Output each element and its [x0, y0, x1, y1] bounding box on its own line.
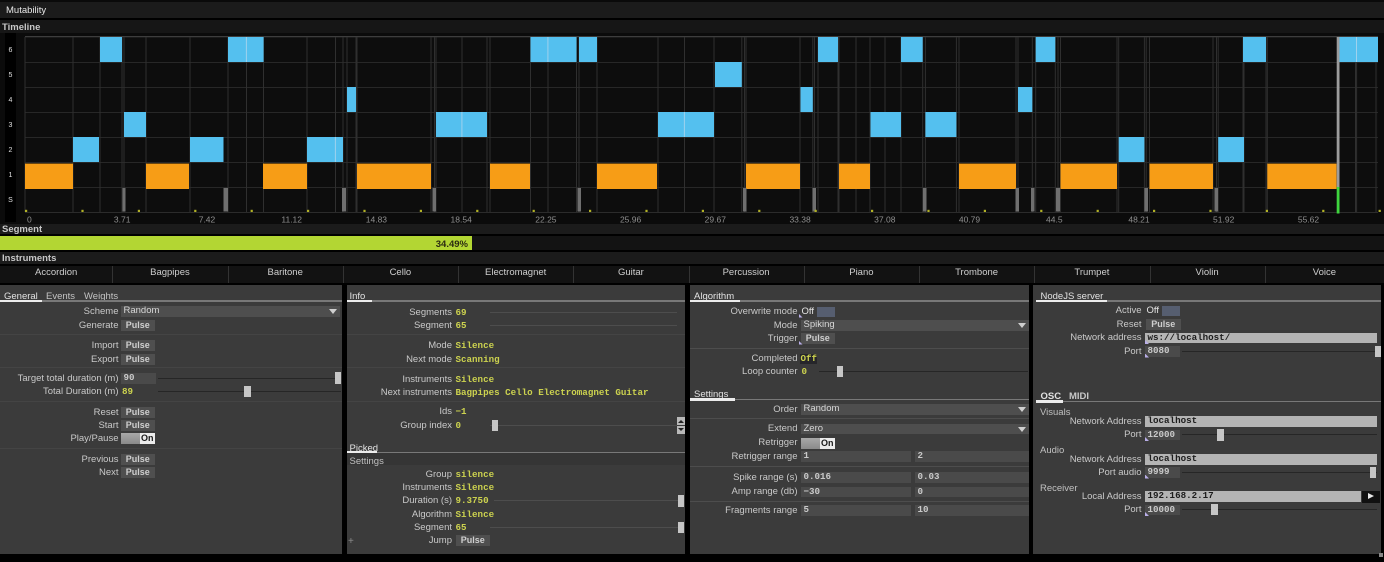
svg-text:4: 4 [9, 97, 13, 104]
svg-text:2: 2 [9, 147, 13, 154]
svg-text:1: 1 [9, 172, 13, 179]
svg-text:5: 5 [9, 72, 13, 79]
svg-text:6: 6 [9, 47, 13, 54]
svg-text:S: S [8, 197, 13, 204]
svg-text:3: 3 [9, 122, 13, 129]
